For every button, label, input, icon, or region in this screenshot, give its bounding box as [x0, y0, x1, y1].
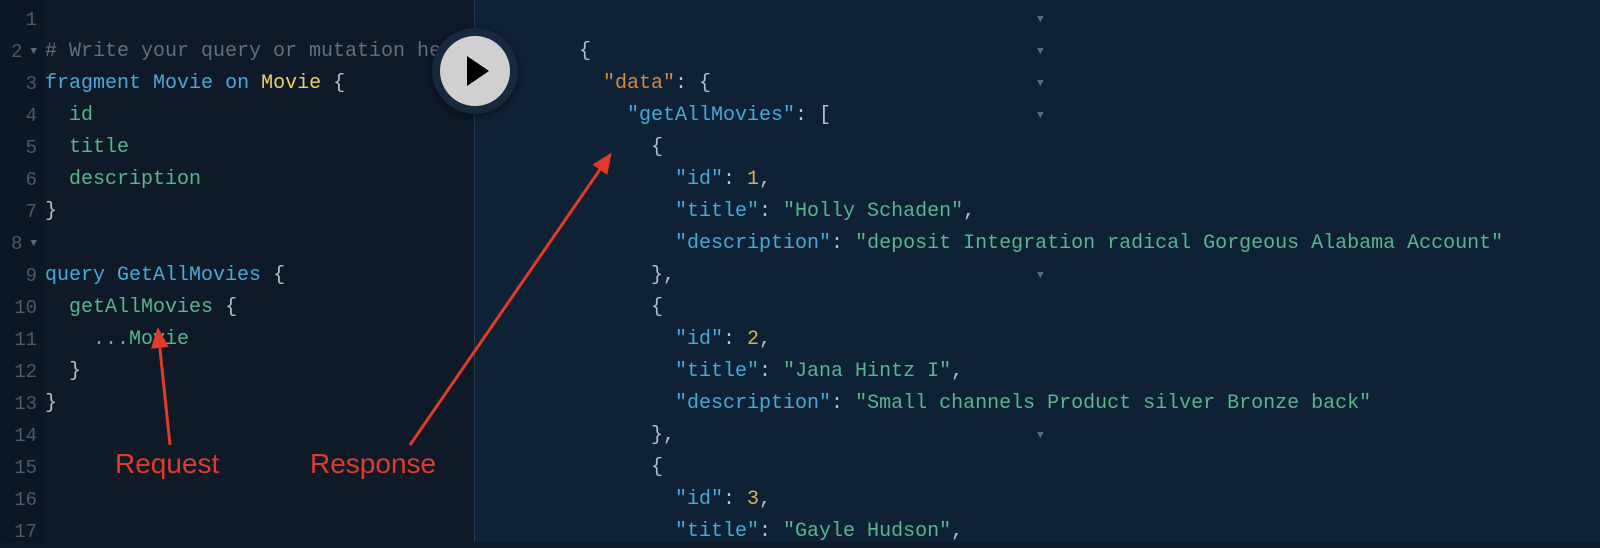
fold-icon[interactable]: ▼ — [1037, 36, 1044, 68]
fold-icon[interactable]: ▼ — [1037, 260, 1044, 292]
field-title: title — [69, 136, 129, 159]
kw-fragment: fragment — [45, 72, 141, 95]
fold-icon[interactable]: ▼ — [30, 228, 37, 260]
fold-icon[interactable]: ▼ — [30, 36, 37, 68]
resp-title-2: "Jana Hintz I" — [783, 360, 951, 383]
resp-desc-2: "Small channels Product silver Bronze ba… — [855, 392, 1371, 415]
resp-title-1: "Holly Schaden" — [783, 200, 963, 223]
fragment-spread: ...Movie — [93, 328, 189, 351]
response-fold-gutter: ▼ ▼ ▼ ▼ ▼ ▼ ▼ ▼ ▼ ▼ ▼ ▼ ▼ ▼ — [1033, 4, 1044, 452]
resp-get-key: "getAllMovies" — [627, 104, 795, 127]
resp-id-1: 1 — [747, 168, 759, 191]
resp-title-3: "Gayle Hudson" — [783, 520, 951, 542]
editor-comment: # Write your query or mutation here — [45, 40, 465, 63]
resp-id-2: 2 — [747, 328, 759, 351]
fold-icon[interactable]: ▼ — [1037, 68, 1044, 100]
fold-icon[interactable]: ▼ — [1037, 100, 1044, 132]
resp-desc-1: "deposit Integration radical Gorgeous Al… — [855, 232, 1503, 255]
field-getall: getAllMovies — [69, 296, 213, 319]
query-editor-pane[interactable]: 1 2▼ 3 4 5 6 7 8▼ 9 10 11 12 13 14 15 16… — [0, 0, 475, 542]
execute-query-button[interactable] — [432, 28, 518, 114]
type-name: Movie — [261, 72, 321, 95]
kw-on: on — [225, 72, 249, 95]
field-id: id — [69, 104, 93, 127]
line-gutter: 1 2▼ 3 4 5 6 7 8▼ 9 10 11 12 13 14 15 16… — [0, 0, 45, 542]
resp-id-3: 3 — [747, 488, 759, 511]
fold-icon[interactable]: ▼ — [1037, 4, 1044, 36]
play-icon — [467, 56, 489, 86]
kw-query: query — [45, 264, 105, 287]
fold-icon[interactable]: ▼ — [1037, 420, 1044, 452]
frag-name: Movie — [153, 72, 213, 95]
response-pane[interactable]: ▼ ▼ ▼ ▼ ▼ ▼ ▼ ▼ ▼ ▼ ▼ ▼ ▼ ▼ { "data": { … — [475, 0, 1600, 542]
query-name: GetAllMovies — [117, 264, 261, 287]
field-desc: description — [69, 168, 201, 191]
query-editor[interactable]: # Write your query or mutation here frag… — [45, 0, 474, 542]
resp-data-key: "data" — [603, 72, 675, 95]
